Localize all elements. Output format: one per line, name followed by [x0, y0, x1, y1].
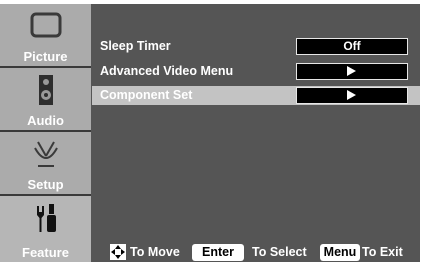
select-hint: To Select: [252, 245, 307, 259]
submenu-arrow-box[interactable]: [296, 63, 408, 80]
play-arrow-icon: [347, 66, 356, 76]
sidebar-item-label: Picture: [23, 49, 68, 64]
menu-item-label: Advanced Video Menu: [100, 64, 234, 78]
sidebar-item-picture[interactable]: Picture: [0, 4, 91, 68]
play-arrow-icon: [347, 90, 356, 100]
sidebar-item-feature[interactable]: Feature: [0, 196, 91, 262]
tools-icon: [37, 204, 56, 232]
sidebar-item-audio[interactable]: Audio: [0, 68, 91, 132]
sidebar-item-label: Setup: [27, 177, 64, 192]
speaker-icon: [39, 75, 53, 105]
tv-osd-screen: Picture Audio Setup Feature Sleep Timer …: [0, 4, 420, 262]
move-hint: To Move: [130, 245, 180, 259]
sidebar-item-label: Audio: [27, 113, 64, 128]
menu-item-component-set[interactable]: Component Set: [92, 86, 420, 105]
sidebar-item-setup[interactable]: Setup: [0, 132, 91, 196]
menu-item-label: Sleep Timer: [100, 39, 171, 53]
menu-key: Menu: [320, 244, 360, 261]
menu-item-sleep-timer[interactable]: Sleep Timer Off: [92, 37, 420, 56]
menu-item-label: Component Set: [100, 88, 193, 102]
sidebar-item-label: Feature: [22, 245, 69, 260]
tv-screen-icon: [30, 12, 62, 38]
sidebar: Picture Audio Setup Feature: [0, 4, 91, 262]
footer-hints: To Move Enter To Select Menu To Exit: [110, 242, 420, 262]
submenu-arrow-box[interactable]: [296, 87, 408, 104]
dpad-icon: [110, 244, 126, 260]
satellite-antenna-icon: [34, 141, 58, 167]
enter-key: Enter: [192, 244, 244, 261]
exit-hint: To Exit: [362, 245, 403, 259]
menu-item-advanced-video[interactable]: Advanced Video Menu: [92, 62, 420, 81]
sleep-timer-value[interactable]: Off: [296, 38, 408, 55]
